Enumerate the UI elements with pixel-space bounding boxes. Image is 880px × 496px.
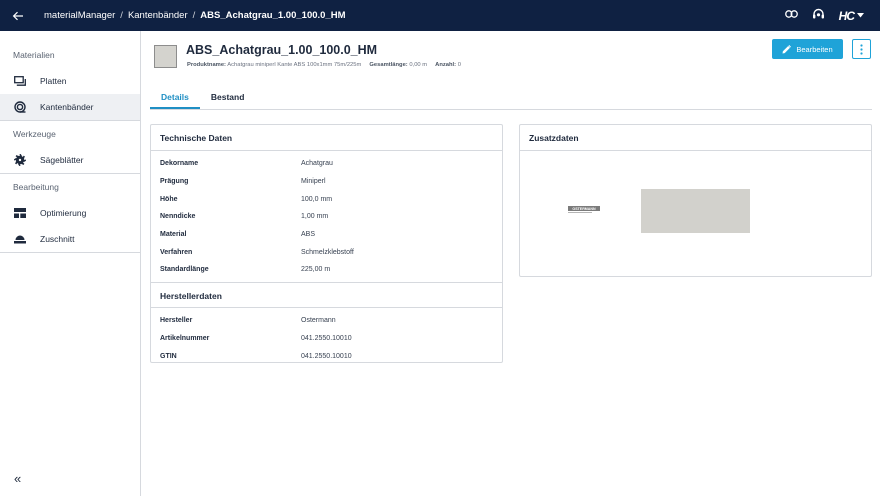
detail-value: 100,0 mm [301,195,333,203]
anzahl-label: Anzahl: [435,62,457,68]
herstellerdaten-list: Hersteller Ostermann Artikelnummer 041.2550… [151,308,502,368]
logo-text: OSTERMANN [572,207,596,211]
zusatzdaten-heading: Zusatzdaten [520,125,871,151]
detail-key: Standardlänge [160,266,209,274]
sidebar-item-optimierung[interactable]: Optimierung [0,200,140,226]
sidebar-item-platten[interactable]: Platten [0,68,140,94]
anzahl-value: 0 [457,62,461,68]
detail-key: Dekorname [160,160,199,168]
panels-icon [14,76,26,86]
detail-value: ABS [301,231,316,239]
link-icon[interactable] [784,10,798,21]
breadcrumb-app[interactable]: materialManager [44,10,115,21]
support-headset-icon[interactable] [812,8,825,23]
caret-down-icon [857,13,864,18]
detail-key: Hersteller [160,317,193,325]
detail-value: Schmelzklebstoff [301,248,354,256]
more-options-button[interactable] [852,39,871,59]
top-bar: materialManager / Kantenbänder / ABS_Ach… [0,0,880,31]
edit-button-label: Bearbeiten [796,44,833,54]
produktname-label: Produktname: [187,62,226,68]
detail-row: Höhe 100,0 mm [151,190,502,208]
edge-roll-icon [14,101,26,113]
brand-logo: HC [838,8,855,23]
product-meta: Produktname: Achatgrau miniperl Kante AB… [187,62,461,68]
product-color-swatch [154,45,177,68]
sidebar-section-werkzeuge: Werkzeuge [13,129,56,139]
tab-details[interactable]: Details [150,86,200,109]
detail-row: GTIN 041.2550.10010 [151,347,502,365]
zusatzdaten-card: Zusatzdaten OSTERMANN [519,124,872,277]
detail-key: Nenndicke [160,213,196,221]
detail-key: Höhe [160,195,178,203]
detail-row: Prägung Miniperl [151,173,502,191]
detail-key: Prägung [160,178,189,186]
detail-key: Material [160,231,187,239]
detail-value: Miniperl [301,178,326,186]
detail-row: Dekorname Achatgrau [151,155,502,173]
herstellerdaten-heading: Herstellerdaten [151,281,502,308]
layout-grid-icon [14,208,26,218]
sidebar-section-materialien: Materialien [13,50,55,60]
detail-value: 041.2550.10010 [301,334,352,342]
tab-bar: Details Bestand [150,86,872,110]
back-arrow-icon[interactable] [12,11,30,21]
pencil-icon [782,44,792,53]
detail-row: Material ABS [151,226,502,244]
edge-sample-image [641,189,750,233]
gesamtlaenge-value: 0,00 m [409,62,428,68]
technische-daten-list: Dekorname Achatgrau Prägung Miniperl Höhe 100… [151,151,502,282]
detail-key: Verfahren [160,248,193,256]
detail-value: Achatgrau [301,160,333,168]
collapse-sidebar-button[interactable]: « [14,471,21,486]
detail-row: Artikelnummer 041.2550.10010 [151,330,502,348]
sidebar-item-label: Zuschnitt [40,234,75,244]
detail-value: Ostermann [301,317,336,325]
sidebar-section-bearbeitung: Bearbeitung [13,182,59,192]
breadcrumb-kantenbaender[interactable]: Kantenbänder [128,10,188,21]
sidebar: Materialien Platten Kantenbänder Werkzeu… [0,31,141,496]
sidebar-item-label: Optimierung [40,208,87,218]
produktname-value: Achatgrau miniperl Kante ABS 100x1mm 75m… [227,62,362,68]
main-content: ABS_Achatgrau_1.00_100.0_HM Produktname:… [141,31,880,496]
breadcrumb-current: ABS_Achatgrau_1.00_100.0_HM [200,10,346,21]
detail-key: GTIN [160,352,177,360]
brand-menu[interactable]: HC [839,9,864,23]
gesamtlaenge-label: Gesamtlänge: [369,62,408,68]
tab-bestand[interactable]: Bestand [200,86,256,109]
detail-key: Artikelnummer [160,334,210,342]
detail-value: 041.2550.10010 [301,352,352,360]
vertical-dots-icon [860,43,863,55]
sidebar-item-zuschnitt[interactable]: Zuschnitt [0,226,140,252]
breadcrumb-separator: / [120,10,123,21]
edit-button[interactable]: Bearbeiten [772,39,843,59]
sidebar-item-label: Platten [40,76,67,86]
page-title: ABS_Achatgrau_1.00_100.0_HM [186,43,378,57]
detail-row: Verfahren Schmelzklebstoff [151,243,502,261]
manufacturer-logo: OSTERMANN [568,206,600,213]
technische-daten-heading: Technische Daten [151,125,502,151]
sidebar-item-kantenbaender[interactable]: Kantenbänder [0,94,140,120]
breadcrumb: materialManager / Kantenbänder / ABS_Ach… [44,10,346,21]
technische-daten-card: Technische Daten Dekorname Achatgrau Prägu… [150,124,503,363]
detail-row: Hersteller Ostermann [151,312,502,330]
sidebar-item-label: Kantenbänder [40,102,94,112]
detail-row: Standardlänge 225,00 m [151,261,502,279]
saw-blade-icon [14,154,26,166]
sidebar-item-label: Sägeblätter [40,155,84,165]
cutting-machine-icon [14,235,26,244]
detail-row: Nenndicke 1,00 mm [151,208,502,226]
breadcrumb-separator: / [192,10,196,21]
detail-value: 1,00 mm [301,213,329,221]
sidebar-item-saegeblaetter[interactable]: Sägeblätter [0,147,140,173]
detail-value: 225,00 m [301,266,331,274]
